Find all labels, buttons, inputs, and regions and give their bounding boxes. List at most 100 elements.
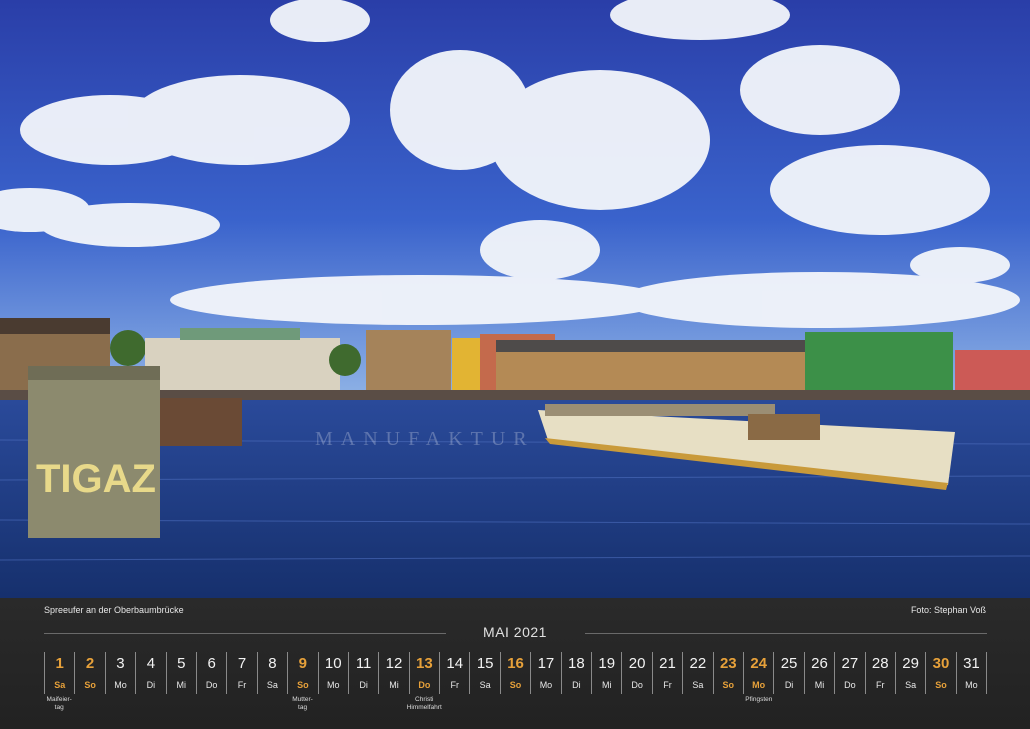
day-number: 21: [659, 655, 676, 672]
calendar-day-26: 26 Mi: [803, 652, 834, 694]
title-rule-right: [585, 633, 987, 634]
holiday-line: Pfingsten: [745, 696, 773, 703]
day-number: 28: [871, 655, 889, 672]
holiday-note: Mutter-tag: [292, 696, 313, 712]
calendar-day-15: 15 Sa: [469, 652, 499, 694]
calendar-day-2: 2 So: [74, 652, 104, 694]
calendar-days: 1 Sa 2 So 3 Mo 4 Di 5 Mi 6 Do 7 Fr 8 Sa 9 So 10 Mo 11 Di 12 Mi 1…: [44, 652, 988, 694]
calendar-day-30: 30 So: [925, 652, 955, 694]
calendar-day-17: 17 Mo: [530, 652, 560, 694]
holiday-line: Christi: [415, 696, 434, 703]
day-number: 16: [507, 655, 524, 672]
holiday-note: Christi Himmelfahrt: [407, 696, 442, 712]
photo-credit: Foto: Stephan Voß: [910, 605, 986, 615]
calendar-day-27: 27 Do: [834, 652, 864, 694]
calendar-photo: TIGAZ MANUFAKTUR: [0, 0, 1030, 598]
calendar-day-3: 3 Mo: [104, 652, 135, 694]
weekday-label: Do: [205, 680, 218, 690]
month-title: MAI 2021: [483, 624, 547, 640]
day-number: 15: [476, 655, 494, 672]
calendar-day-28: 28 Fr: [864, 652, 895, 694]
weekday-label: Mi: [389, 680, 399, 690]
weekday-label: Do: [631, 680, 643, 690]
calendar-day-31: 31 Mo: [955, 652, 988, 694]
photo-caption: Spreeufer an der Oberbaumbrücke: [44, 605, 184, 615]
calendar-day-5: 5 Mi: [165, 652, 196, 694]
day-number: 30: [932, 655, 950, 672]
weekday-label: So: [84, 680, 96, 690]
weekday-label: Do: [844, 680, 856, 690]
holiday-line: tag: [298, 704, 308, 711]
weekday-label: So: [509, 680, 522, 690]
weekday-label: Mi: [601, 680, 612, 690]
holiday-line: Maifeier-: [46, 696, 72, 703]
day-number: 7: [237, 655, 247, 672]
weekday-label: Fr: [875, 680, 885, 690]
day-number: 25: [780, 655, 798, 672]
day-number: 11: [355, 655, 372, 672]
calendar-day-21: 21 Fr: [651, 652, 682, 694]
weekday-label: Di: [784, 680, 794, 690]
calendar-day-12: 12 Mi: [378, 652, 408, 694]
day-number: 6: [207, 655, 216, 672]
calendar-day-9: 9 So: [287, 652, 317, 694]
weekday-label: Mi: [176, 680, 187, 690]
weekday-label: Sa: [692, 680, 704, 690]
weekday-label: Fr: [237, 680, 247, 690]
weekday-label: So: [297, 680, 309, 690]
calendar-day-25: 25 Di: [773, 652, 803, 694]
day-number: 2: [85, 655, 95, 672]
calendar-day-20: 20 Do: [621, 652, 651, 694]
day-number: 19: [598, 655, 616, 672]
holiday-line: tag: [54, 704, 64, 711]
day-number: 14: [446, 655, 464, 672]
weekday-label: Do: [418, 680, 431, 690]
day-number: 17: [537, 655, 555, 672]
calendar-day-22: 22 Sa: [682, 652, 712, 694]
weekday-label: Fr: [450, 680, 460, 690]
weekday-label: Sa: [479, 680, 491, 690]
weekday-label: Sa: [905, 680, 917, 690]
weekday-label: Mo: [752, 680, 766, 690]
day-number: 27: [841, 655, 859, 672]
day-number: 4: [146, 655, 156, 672]
weekday-label: So: [722, 680, 735, 690]
day-number: 20: [628, 655, 646, 672]
day-number: 8: [268, 655, 277, 672]
day-number: 18: [567, 655, 585, 672]
weekday-label: So: [935, 680, 947, 690]
holiday-line: Himmelfahrt: [406, 704, 442, 711]
day-number: 10: [324, 655, 342, 672]
calendar-day-29: 29 Sa: [894, 652, 925, 694]
graffiti-text: TIGAZ: [36, 457, 156, 501]
weekday-label: Mo: [965, 680, 978, 690]
day-number: 29: [902, 655, 919, 672]
day-number: 5: [177, 655, 186, 672]
weekday-label: Mo: [326, 680, 340, 690]
calendar-day-7: 7 Fr: [226, 652, 256, 694]
day-number: 26: [811, 655, 828, 672]
day-number: 24: [750, 655, 768, 672]
weekday-label: Sa: [266, 680, 278, 690]
calendar-day-23: 23 So: [712, 652, 743, 694]
day-number: 23: [719, 655, 737, 672]
calendar-day-16: 16 So: [499, 652, 530, 694]
day-number: 9: [298, 655, 307, 672]
weekday-label: Mi: [814, 680, 825, 690]
holiday-line: Mutter-: [292, 696, 313, 703]
calendar-day-13: 13 Do: [408, 652, 439, 694]
day-number: 13: [416, 655, 433, 672]
calendar-day-4: 4 Di: [135, 652, 165, 694]
calendar-day-1: 1 Sa: [44, 652, 74, 694]
holiday-note: Maifeier-tag: [47, 696, 72, 712]
calendar-day-24: 24 Mo: [742, 652, 773, 694]
calendar-day-14: 14 Fr: [439, 652, 469, 694]
weekday-label: Mo: [539, 680, 553, 690]
day-number: 3: [116, 655, 125, 672]
weekday-label: Fr: [663, 680, 672, 690]
calendar-day-19: 19 Mi: [591, 652, 621, 694]
weekday-label: Sa: [54, 680, 66, 690]
calendar-day-10: 10 Mo: [317, 652, 348, 694]
weekday-label: Di: [146, 680, 156, 690]
calendar-day-11: 11 Di: [347, 652, 378, 694]
